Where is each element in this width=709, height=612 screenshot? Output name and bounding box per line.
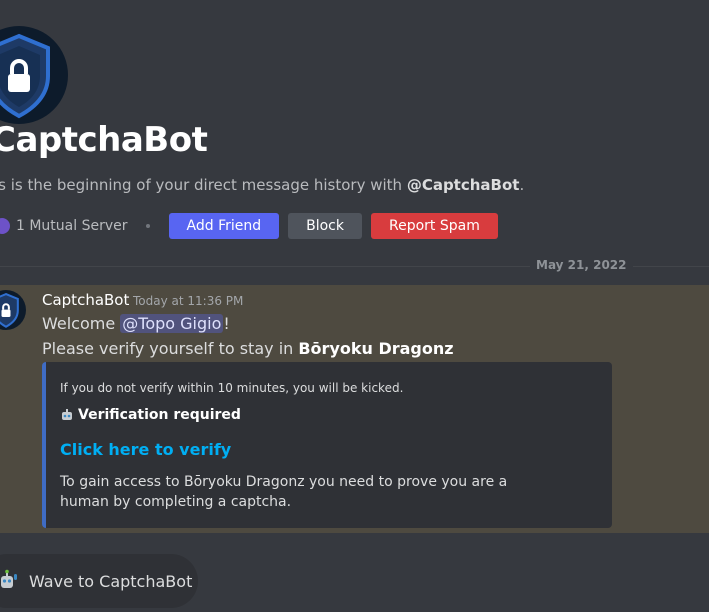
mutual-servers-link[interactable]: 1 Mutual Server (16, 218, 128, 234)
report-spam-button[interactable]: Report Spam (371, 213, 498, 239)
intro-suffix: . (519, 176, 525, 194)
message-verify-line: Please verify yourself to stay in Bōryok… (42, 339, 454, 358)
verification-embed: If you do not verify within 10 minutes, … (42, 362, 612, 528)
page-title: CaptchaBot (0, 120, 208, 160)
block-button[interactable]: Block (288, 213, 362, 239)
shield-lock-icon (0, 33, 50, 119)
embed-description: To gain access to Bōryoku Dragonz you ne… (60, 474, 508, 510)
server-icon[interactable] (0, 218, 10, 234)
welcome-text: Welcome (42, 314, 121, 333)
embed-title-row: Verification required (60, 407, 241, 423)
message-author[interactable]: CaptchaBot (42, 291, 129, 309)
welcome-suffix: ! (223, 314, 230, 333)
dm-intro-text: is is the beginning of your direct messa… (0, 176, 524, 194)
message-welcome-line: Welcome @Topo Gigio! (42, 314, 230, 333)
wave-label: Wave to CaptchaBot (29, 571, 193, 591)
bot-avatar-large (0, 26, 68, 124)
dm-channel: CaptchaBot is is the beginning of your d… (0, 0, 709, 612)
embed-title: Verification required (78, 407, 241, 423)
verify-prefix: Please verify yourself to stay in (42, 339, 299, 358)
verify-link[interactable]: Click here to verify (60, 440, 231, 459)
add-friend-button[interactable]: Add Friend (168, 213, 280, 239)
date-divider-label: May 21, 2022 (530, 258, 633, 272)
robot-icon (62, 409, 72, 420)
wave-button[interactable]: Wave to CaptchaBot (0, 554, 198, 608)
profile-actions: 1 Mutual Server Add Friend Block Report … (0, 213, 507, 239)
waving-robot-icon (1, 569, 17, 588)
separator-dot (145, 224, 150, 228)
intro-handle: @CaptchaBot (406, 176, 520, 194)
intro-prefix: is is the beginning of your direct messa… (0, 176, 407, 194)
message-timestamp: Today at 11:36 PM (133, 294, 244, 308)
embed-warning: If you do not verify within 10 minutes, … (60, 381, 404, 395)
server-name: Bōryoku Dragonz (298, 339, 454, 358)
user-mention[interactable]: @Topo Gigio (120, 314, 224, 333)
